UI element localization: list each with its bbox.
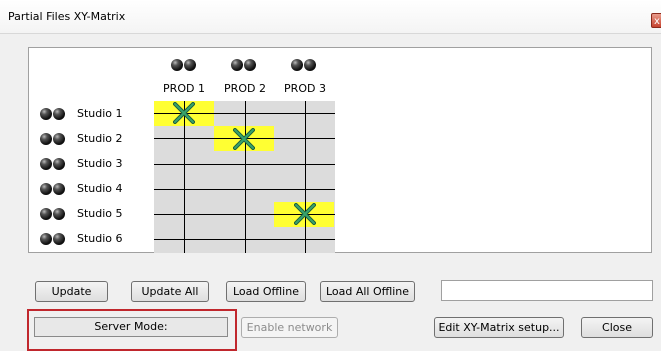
window-close-icon[interactable]: x	[651, 13, 661, 28]
row-label: Studio 6	[77, 232, 123, 245]
title-bar: Partial Files XY-Matrix x	[0, 0, 661, 34]
update-all-button[interactable]: Update All	[131, 281, 209, 302]
cross-marker-icon[interactable]	[233, 128, 255, 150]
cross-marker-icon[interactable]	[173, 102, 195, 124]
status-dots-icon	[231, 59, 259, 71]
load-all-offline-button[interactable]: Load All Offline	[320, 281, 415, 302]
status-dots-icon	[40, 133, 68, 145]
row-label: Studio 2	[77, 132, 123, 145]
status-dots-icon	[171, 59, 199, 71]
edit-xy-matrix-setup-button[interactable]: Edit XY-Matrix setup...	[434, 317, 564, 338]
status-dots-icon	[40, 183, 68, 195]
status-dots-icon	[40, 108, 68, 120]
status-text-field[interactable]	[441, 280, 653, 301]
status-dots-icon	[40, 233, 68, 245]
window-title: Partial Files XY-Matrix	[8, 10, 126, 23]
row-label: Studio 4	[77, 182, 123, 195]
status-dots-icon	[40, 158, 68, 170]
update-button[interactable]: Update	[35, 281, 108, 302]
matrix-panel	[28, 47, 652, 253]
column-label: PROD 2	[224, 82, 266, 95]
cross-marker-icon[interactable]	[294, 203, 316, 225]
column-label: PROD 1	[163, 82, 205, 95]
load-offline-button[interactable]: Load Offline	[226, 281, 306, 302]
row-label: Studio 5	[77, 207, 123, 220]
row-label: Studio 1	[77, 107, 123, 120]
enable-network-button[interactable]: Enable network	[241, 317, 338, 338]
server-mode-field: Server Mode:	[34, 317, 228, 337]
grid-line	[305, 101, 306, 253]
status-dots-icon	[291, 59, 319, 71]
close-button[interactable]: Close	[581, 317, 653, 338]
grid-line	[245, 101, 246, 253]
row-label: Studio 3	[77, 157, 123, 170]
status-dots-icon	[40, 208, 68, 220]
column-label: PROD 3	[284, 82, 326, 95]
